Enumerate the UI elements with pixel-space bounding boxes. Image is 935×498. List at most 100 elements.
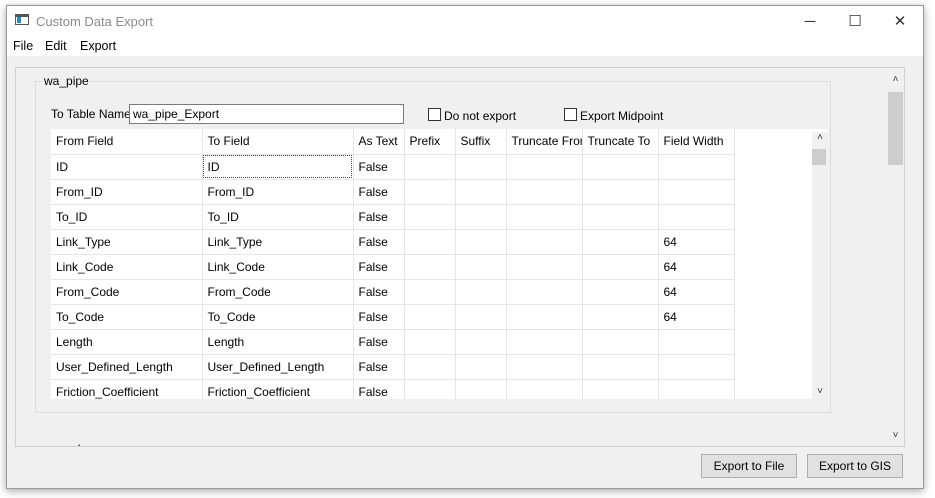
table-row[interactable]: Link_Code Link_Code False 64 bbox=[51, 254, 735, 280]
table-cell[interactable] bbox=[582, 304, 659, 330]
table-cell[interactable] bbox=[455, 229, 507, 255]
page-scroll-down-icon[interactable]: ˅ bbox=[886, 430, 904, 441]
table-cell[interactable] bbox=[582, 379, 659, 399]
table-cell[interactable]: Link_Type bbox=[202, 229, 354, 255]
table-cell[interactable] bbox=[455, 179, 507, 205]
table-cell[interactable] bbox=[582, 204, 659, 230]
table-cell[interactable]: From_ID bbox=[51, 179, 203, 205]
table-name-input[interactable] bbox=[129, 104, 404, 124]
table-cell[interactable]: False bbox=[353, 379, 405, 399]
table-cell[interactable]: Link_Code bbox=[202, 254, 354, 280]
table-cell[interactable]: User_Defined_Length bbox=[51, 354, 203, 380]
table-cell[interactable]: To_Code bbox=[202, 304, 354, 330]
table-cell[interactable] bbox=[404, 179, 456, 205]
table-cell[interactable]: ID bbox=[51, 154, 203, 180]
table-cell[interactable] bbox=[404, 254, 456, 280]
table-cell[interactable] bbox=[404, 304, 456, 330]
export-to-gis-button[interactable]: Export to GIS bbox=[807, 454, 903, 478]
table-cell[interactable] bbox=[455, 279, 507, 305]
table-row[interactable]: From_ID From_ID False bbox=[51, 179, 735, 205]
table-cell[interactable] bbox=[658, 204, 735, 230]
column-header[interactable]: Field Width bbox=[658, 129, 735, 155]
table-cell[interactable]: Friction_Coefficient bbox=[51, 379, 203, 399]
table-cell[interactable] bbox=[404, 279, 456, 305]
table-cell[interactable] bbox=[455, 379, 507, 399]
grid-vertical-scrollbar[interactable]: ˄ ˅ bbox=[812, 132, 828, 402]
table-cell[interactable] bbox=[582, 329, 659, 355]
table-cell[interactable] bbox=[582, 354, 659, 380]
table-cell[interactable] bbox=[455, 354, 507, 380]
table-cell[interactable]: False bbox=[353, 304, 405, 330]
grid-scroll-thumb[interactable] bbox=[812, 149, 826, 165]
table-cell[interactable] bbox=[506, 354, 583, 380]
scroll-up-icon[interactable]: ˄ bbox=[812, 132, 828, 143]
table-cell[interactable]: False bbox=[353, 179, 405, 205]
minimize-button[interactable]: ─ bbox=[787, 6, 833, 36]
do-not-export-checkbox[interactable] bbox=[428, 108, 441, 121]
table-row[interactable]: To_ID To_ID False bbox=[51, 204, 735, 230]
table-cell[interactable]: Link_Type bbox=[51, 229, 203, 255]
table-cell[interactable]: ID bbox=[202, 154, 354, 180]
column-header[interactable]: To Field bbox=[202, 129, 354, 155]
table-cell[interactable]: Friction_Coefficient bbox=[202, 379, 354, 399]
table-cell[interactable] bbox=[404, 229, 456, 255]
table-cell[interactable]: False bbox=[353, 204, 405, 230]
table-cell[interactable]: 64 bbox=[658, 229, 735, 255]
page-vertical-scrollbar[interactable]: ˄ ˅ bbox=[886, 70, 904, 445]
table-cell[interactable] bbox=[506, 329, 583, 355]
table-cell[interactable] bbox=[658, 329, 735, 355]
table-cell[interactable]: Length bbox=[51, 329, 203, 355]
table-cell[interactable] bbox=[455, 329, 507, 355]
table-cell[interactable] bbox=[658, 379, 735, 399]
table-cell[interactable] bbox=[455, 304, 507, 330]
table-cell[interactable] bbox=[658, 354, 735, 380]
table-cell[interactable]: False bbox=[353, 229, 405, 255]
table-cell[interactable]: 64 bbox=[658, 254, 735, 280]
table-cell[interactable] bbox=[582, 279, 659, 305]
table-row[interactable]: ID ID False bbox=[51, 154, 735, 180]
table-cell[interactable] bbox=[404, 204, 456, 230]
table-cell[interactable]: To_ID bbox=[202, 204, 354, 230]
table-cell[interactable] bbox=[455, 254, 507, 280]
export-midpoint-checkbox[interactable] bbox=[564, 108, 577, 121]
column-header[interactable]: Truncate From bbox=[506, 129, 583, 155]
table-cell[interactable]: From_Code bbox=[51, 279, 203, 305]
table-cell[interactable] bbox=[506, 154, 583, 180]
table-cell[interactable]: 64 bbox=[658, 304, 735, 330]
table-row[interactable]: From_Code From_Code False 64 bbox=[51, 279, 735, 305]
table-row[interactable]: To_Code To_Code False 64 bbox=[51, 304, 735, 330]
table-cell[interactable] bbox=[658, 154, 735, 180]
table-cell[interactable]: False bbox=[353, 329, 405, 355]
table-cell[interactable] bbox=[404, 354, 456, 380]
column-header[interactable]: As Text bbox=[353, 129, 405, 155]
menu-edit[interactable]: Edit bbox=[45, 39, 67, 53]
table-cell[interactable] bbox=[404, 379, 456, 399]
column-header[interactable]: Suffix bbox=[455, 129, 507, 155]
table-cell[interactable]: False bbox=[353, 154, 405, 180]
table-row[interactable]: Length Length False bbox=[51, 329, 735, 355]
page-scroll-up-icon[interactable]: ˄ bbox=[886, 74, 904, 85]
table-row[interactable]: Link_Type Link_Type False 64 bbox=[51, 229, 735, 255]
column-header[interactable]: Truncate To bbox=[582, 129, 659, 155]
table-cell[interactable]: User_Defined_Length bbox=[202, 354, 354, 380]
table-cell[interactable] bbox=[404, 329, 456, 355]
scroll-down-icon[interactable]: ˅ bbox=[812, 386, 828, 397]
column-header[interactable]: Prefix bbox=[404, 129, 456, 155]
maximize-button[interactable]: ☐ bbox=[832, 6, 878, 36]
table-cell[interactable]: To_ID bbox=[51, 204, 203, 230]
table-cell[interactable]: 64 bbox=[658, 279, 735, 305]
table-cell[interactable] bbox=[506, 279, 583, 305]
table-cell[interactable] bbox=[506, 254, 583, 280]
page-scroll-thumb[interactable] bbox=[888, 92, 903, 165]
table-cell[interactable] bbox=[404, 154, 456, 180]
table-cell[interactable]: False bbox=[353, 254, 405, 280]
table-cell[interactable] bbox=[506, 304, 583, 330]
column-header[interactable]: From Field bbox=[51, 129, 203, 155]
table-cell[interactable]: Link_Code bbox=[51, 254, 203, 280]
table-cell[interactable] bbox=[506, 379, 583, 399]
table-cell[interactable]: False bbox=[353, 354, 405, 380]
export-to-file-button[interactable]: Export to File bbox=[701, 454, 797, 478]
table-row[interactable]: User_Defined_Length User_Defined_Length Fa… bbox=[51, 354, 735, 380]
table-cell[interactable] bbox=[455, 204, 507, 230]
table-cell[interactable] bbox=[506, 179, 583, 205]
